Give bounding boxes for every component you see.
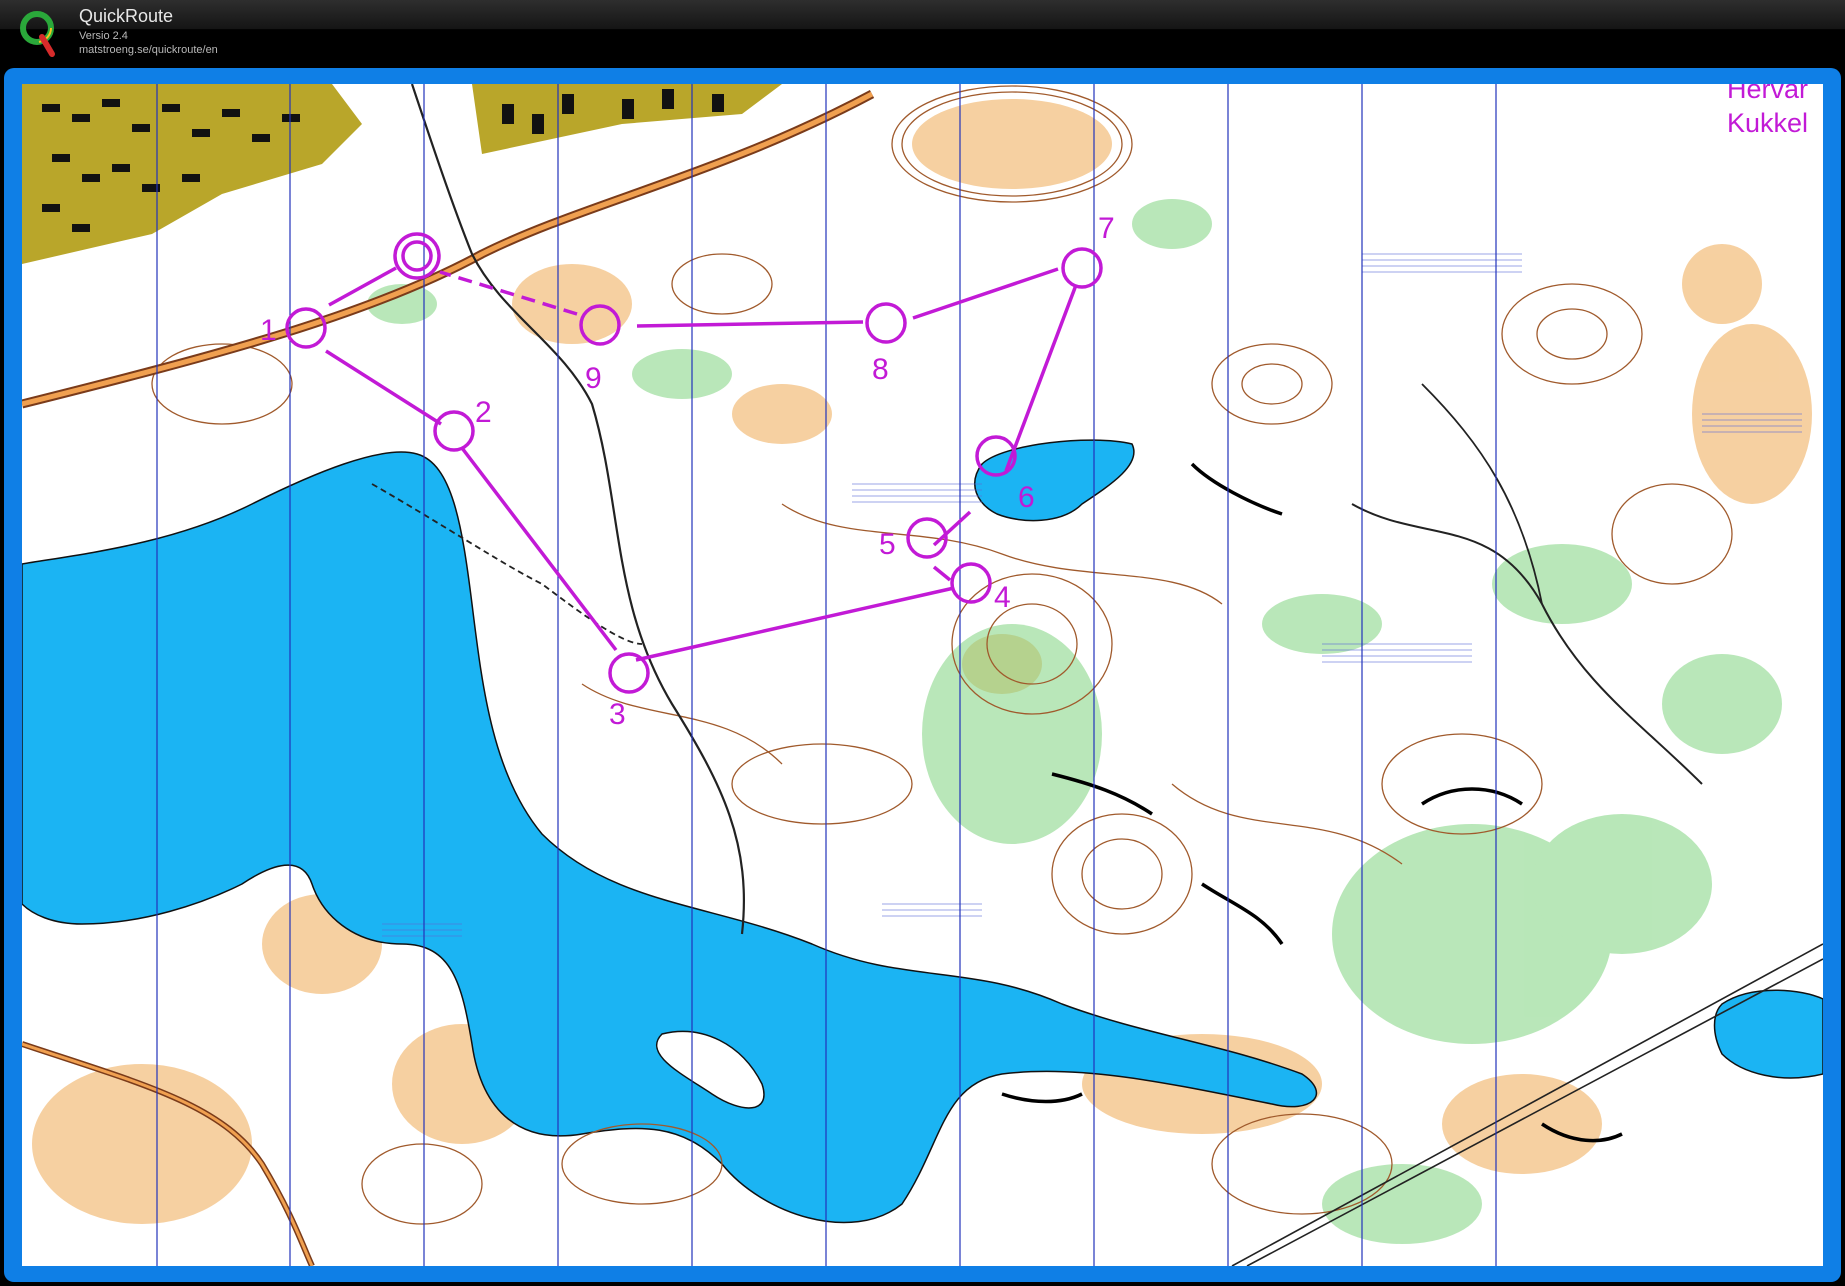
control-4[interactable] xyxy=(950,562,992,604)
urban-area xyxy=(22,84,782,264)
quickroute-logo-icon xyxy=(20,11,55,57)
corner-text-line-1: Hervar xyxy=(1727,84,1808,104)
control-number-1: 1 xyxy=(260,314,277,347)
title-bar: QuickRoute Versio 2.4 matstroeng.se/quic… xyxy=(0,0,1845,64)
control-number-8: 8 xyxy=(872,353,889,386)
control-7[interactable] xyxy=(1061,247,1103,289)
map-canvas[interactable]: 1 2 3 4 5 6 7 8 9 Hervar Kukkel xyxy=(22,84,1823,1266)
orienteering-map[interactable]: 1 2 3 4 5 6 7 8 9 Hervar Kukkel xyxy=(22,84,1823,1266)
control-number-3: 3 xyxy=(609,698,626,731)
control-number-5: 5 xyxy=(879,528,896,561)
control-number-4: 4 xyxy=(994,581,1011,614)
control-3[interactable] xyxy=(608,652,650,694)
app-version: Versio 2.4 xyxy=(79,30,128,42)
control-number-6: 6 xyxy=(1018,481,1035,514)
control-8[interactable] xyxy=(865,302,907,344)
app-name: QuickRoute xyxy=(79,6,174,26)
control-number-7: 7 xyxy=(1098,212,1115,245)
control-2[interactable] xyxy=(433,410,475,452)
app-url[interactable]: matstroeng.se/quickroute/en xyxy=(79,44,218,56)
corner-text-line-2: Kukkel xyxy=(1727,108,1808,138)
control-number-2: 2 xyxy=(475,396,492,429)
control-number-9: 9 xyxy=(585,362,602,395)
start-symbol[interactable] xyxy=(393,232,441,280)
